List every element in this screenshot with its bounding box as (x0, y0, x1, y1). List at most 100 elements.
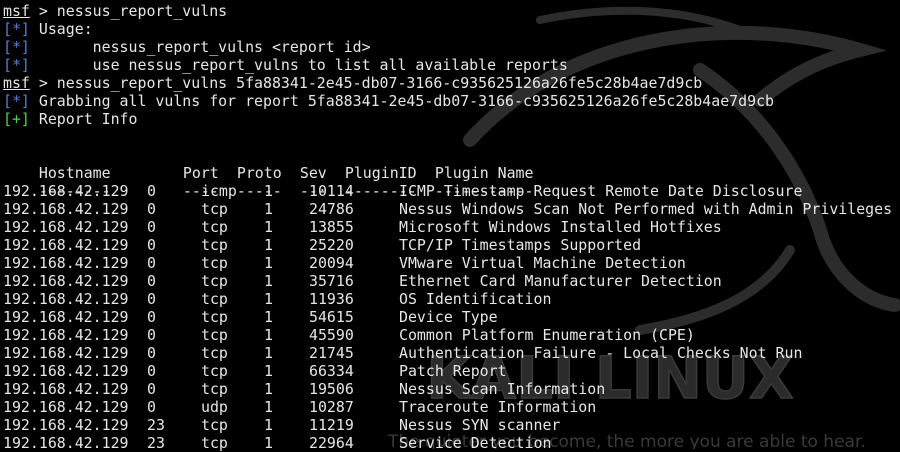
cell-proto: icmp (201, 182, 237, 200)
cell-plugin-name: Microsoft Windows Installed Hotfixes (399, 218, 722, 236)
cell-pluginid: 54615 (309, 308, 354, 326)
command-text: > nessus_report_vulns (29, 2, 228, 20)
cell-plugin-name: Patch Report (399, 362, 507, 380)
table-header: Hostname Port Proto Sev PluginID Plugin Name (3, 146, 892, 182)
output-line: [+] Report Info (3, 110, 892, 128)
cell-pluginid: 11936 (309, 290, 354, 308)
cell-sev: 1 (264, 434, 273, 452)
cell-plugin-name: Nessus SYN scanner (399, 416, 561, 434)
cell-proto: tcp (201, 218, 228, 236)
cell-proto: tcp (201, 308, 228, 326)
cell-sev: 1 (264, 398, 273, 416)
table-row: 192.168.42.129 0 tcp 1 20094 VMware Virtual M… (3, 254, 892, 272)
cell-hostname: 192.168.42.129 (3, 434, 129, 452)
cell-sev: 1 (264, 362, 273, 380)
cell-pluginid: 25220 (309, 236, 354, 254)
cell-proto: tcp (201, 326, 228, 344)
usage-label: Usage: (29, 20, 93, 38)
cell-hostname: 192.168.42.129 (3, 362, 129, 380)
cell-pluginid: 24786 (309, 200, 354, 218)
cell-port: 0 (147, 236, 156, 254)
table-row: 192.168.42.129 0 tcp 1 13855 Microsoft Window… (3, 218, 892, 236)
cell-plugin-name: TCP/IP Timestamps Supported (399, 236, 642, 254)
cell-hostname: 192.168.42.129 (3, 398, 129, 416)
cell-pluginid: 66334 (309, 362, 354, 380)
column-header-sev: Sev (299, 164, 327, 182)
cell-hostname: 192.168.42.129 (3, 380, 129, 398)
table-row: 192.168.42.129 0 tcp 1 45590 Common Platform … (3, 326, 892, 344)
cell-plugin-name: Common Platform Enumeration (CPE) (399, 326, 695, 344)
vulns-table-body: 192.168.42.129 0 icmp 1 10114 ICMP Timestamp … (3, 182, 892, 452)
table-row: 192.168.42.129 0 tcp 1 19506 Nessus Scan Info… (3, 380, 892, 398)
cell-sev: 1 (264, 182, 273, 200)
table-row: 192.168.42.129 0 tcp 1 21745 Authentication F… (3, 344, 892, 362)
cell-sev: 1 (264, 326, 273, 344)
cell-hostname: 192.168.42.129 (3, 272, 129, 290)
cell-port: 0 (147, 326, 156, 344)
command-line: msf > nessus_report_vulns 5fa88341-2e45-… (3, 74, 892, 92)
table-row: 192.168.42.129 23 tcp 1 22964 Service Detecti… (3, 434, 892, 452)
cell-sev: 1 (264, 380, 273, 398)
output-line: [*] nessus_report_vulns <report id> (3, 38, 892, 56)
msf-prompt: msf (3, 2, 30, 20)
table-row: 192.168.42.129 0 udp 1 10287 Traceroute Infor… (3, 398, 892, 416)
usage-text: nessus_report_vulns <report id> (29, 38, 371, 56)
cell-hostname: 192.168.42.129 (3, 182, 129, 200)
cell-port: 23 (147, 434, 165, 452)
cell-sev: 1 (264, 200, 273, 218)
info-tag: [*] (3, 20, 30, 38)
success-tag: [+] (3, 110, 30, 128)
cell-pluginid: 10114 (309, 182, 354, 200)
cell-port: 0 (147, 272, 156, 290)
cell-plugin-name: Nessus Scan Information (399, 380, 606, 398)
msf-prompt: msf (3, 74, 30, 92)
cell-port: 0 (147, 380, 156, 398)
table-row: 192.168.42.129 23 tcp 1 11219 Nessus SYN scan… (3, 416, 892, 434)
cell-hostname: 192.168.42.129 (3, 308, 129, 326)
cell-plugin-name: ICMP Timestamp Request Remote Date Discl… (399, 182, 803, 200)
cell-hostname: 192.168.42.129 (3, 326, 129, 344)
cell-proto: tcp (201, 362, 228, 380)
cell-hostname: 192.168.42.129 (3, 290, 129, 308)
cell-hostname: 192.168.42.129 (3, 236, 129, 254)
cell-plugin-name: Traceroute Information (399, 398, 597, 416)
cell-plugin-name: Service Detection (399, 434, 552, 452)
cell-proto: tcp (201, 200, 228, 218)
output-line: [*] Usage: (3, 20, 892, 38)
cell-pluginid: 13855 (309, 218, 354, 236)
status-text: Grabbing all vulns for report 5fa88341-2… (29, 92, 774, 110)
column-header-proto: Proto (236, 164, 282, 182)
table-row: 192.168.42.129 0 tcp 1 35716 Ethernet Card Ma… (3, 272, 892, 290)
cell-sev: 1 (264, 218, 273, 236)
output-line: [*] use nessus_report_vulns to list all … (3, 56, 892, 74)
cell-plugin-name: OS Identification (399, 290, 552, 308)
cell-sev: 1 (264, 254, 273, 272)
cell-hostname: 192.168.42.129 (3, 344, 129, 362)
cell-hostname: 192.168.42.129 (3, 416, 129, 434)
info-tag: [*] (3, 92, 30, 110)
cell-proto: tcp (201, 290, 228, 308)
cell-proto: udp (201, 398, 228, 416)
cell-pluginid: 10287 (309, 398, 354, 416)
cell-pluginid: 20094 (309, 254, 354, 272)
cell-sev: 1 (264, 272, 273, 290)
column-header-hostname: Hostname (38, 164, 111, 182)
table-row: 192.168.42.129 0 icmp 1 10114 ICMP Timestamp … (3, 182, 892, 200)
cell-proto: tcp (201, 416, 228, 434)
cell-pluginid: 11219 (309, 416, 354, 434)
command-line: msf > nessus_report_vulns (3, 2, 892, 20)
usage-text: use nessus_report_vulns to list all avai… (29, 56, 568, 74)
cell-port: 23 (147, 416, 165, 434)
cell-plugin-name: Nessus Windows Scan Not Performed with A… (399, 200, 893, 218)
table-row: 192.168.42.129 0 tcp 1 54615 Device Type (3, 308, 892, 326)
info-tag: [*] (3, 56, 30, 74)
section-title: Report Info (29, 110, 138, 128)
cell-proto: tcp (201, 272, 228, 290)
cell-sev: 1 (264, 344, 273, 362)
cell-proto: tcp (201, 380, 228, 398)
column-header-port: Port (182, 164, 219, 182)
cell-plugin-name: Device Type (399, 308, 498, 326)
column-header-plugin-name: Plugin Name (434, 164, 534, 182)
cell-hostname: 192.168.42.129 (3, 218, 129, 236)
